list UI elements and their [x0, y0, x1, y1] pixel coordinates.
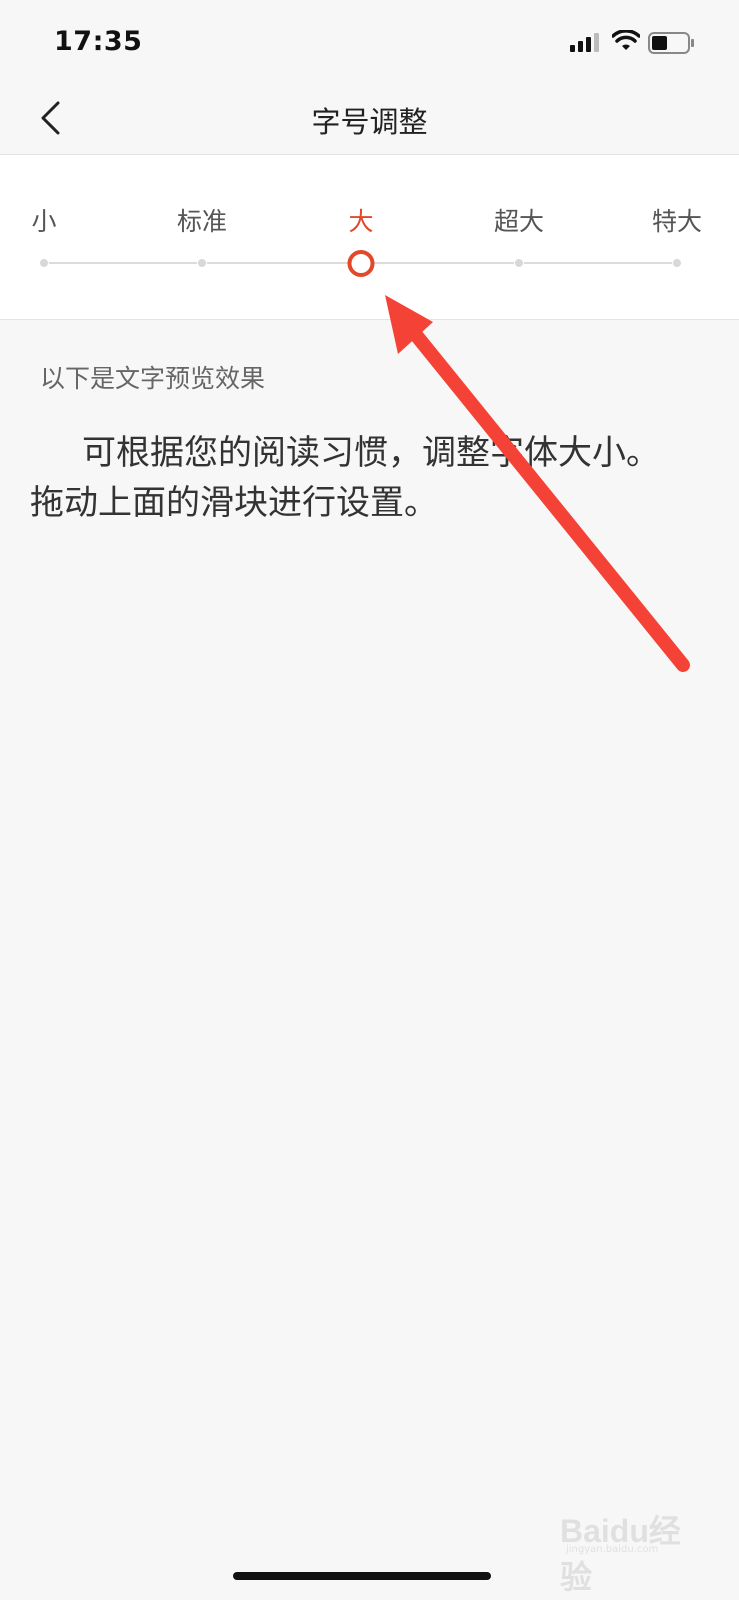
wifi-icon	[612, 30, 640, 50]
size-option-standard[interactable]: 标准	[177, 202, 227, 238]
nav-bar: 字号调整	[0, 88, 739, 154]
size-option-huge[interactable]: 特大	[652, 202, 702, 238]
slider-thumb[interactable]	[347, 250, 375, 277]
cellular-signal-icon	[570, 33, 599, 52]
size-option-large[interactable]: 大	[348, 202, 373, 238]
preview-caption: 以下是文字预览效果	[40, 364, 266, 393]
size-option-extra-large[interactable]: 超大	[494, 202, 544, 238]
slider-stop-extra-large[interactable]	[514, 258, 524, 268]
slider-stop-standard[interactable]	[197, 258, 207, 268]
font-size-slider-panel: 小 标准 大 超大 特大	[0, 155, 739, 320]
slider-stop-huge[interactable]	[672, 258, 682, 268]
status-bar: 17:35	[0, 0, 739, 88]
battery-icon	[648, 32, 694, 54]
page-title: 字号调整	[311, 105, 428, 139]
preview-text: 可根据您的阅读习惯，调整字体大小。拖动上面的滑块进行设置。	[30, 433, 660, 523]
size-option-small[interactable]: 小	[31, 202, 56, 238]
watermark-url: jingyan.baidu.com	[566, 1544, 659, 1555]
baidu-watermark: Baidu经验 jingyan.baidu.com	[556, 1500, 706, 1595]
slider-stop-small[interactable]	[39, 258, 49, 268]
home-indicator[interactable]	[233, 1572, 491, 1580]
status-time: 17:35	[54, 26, 143, 57]
